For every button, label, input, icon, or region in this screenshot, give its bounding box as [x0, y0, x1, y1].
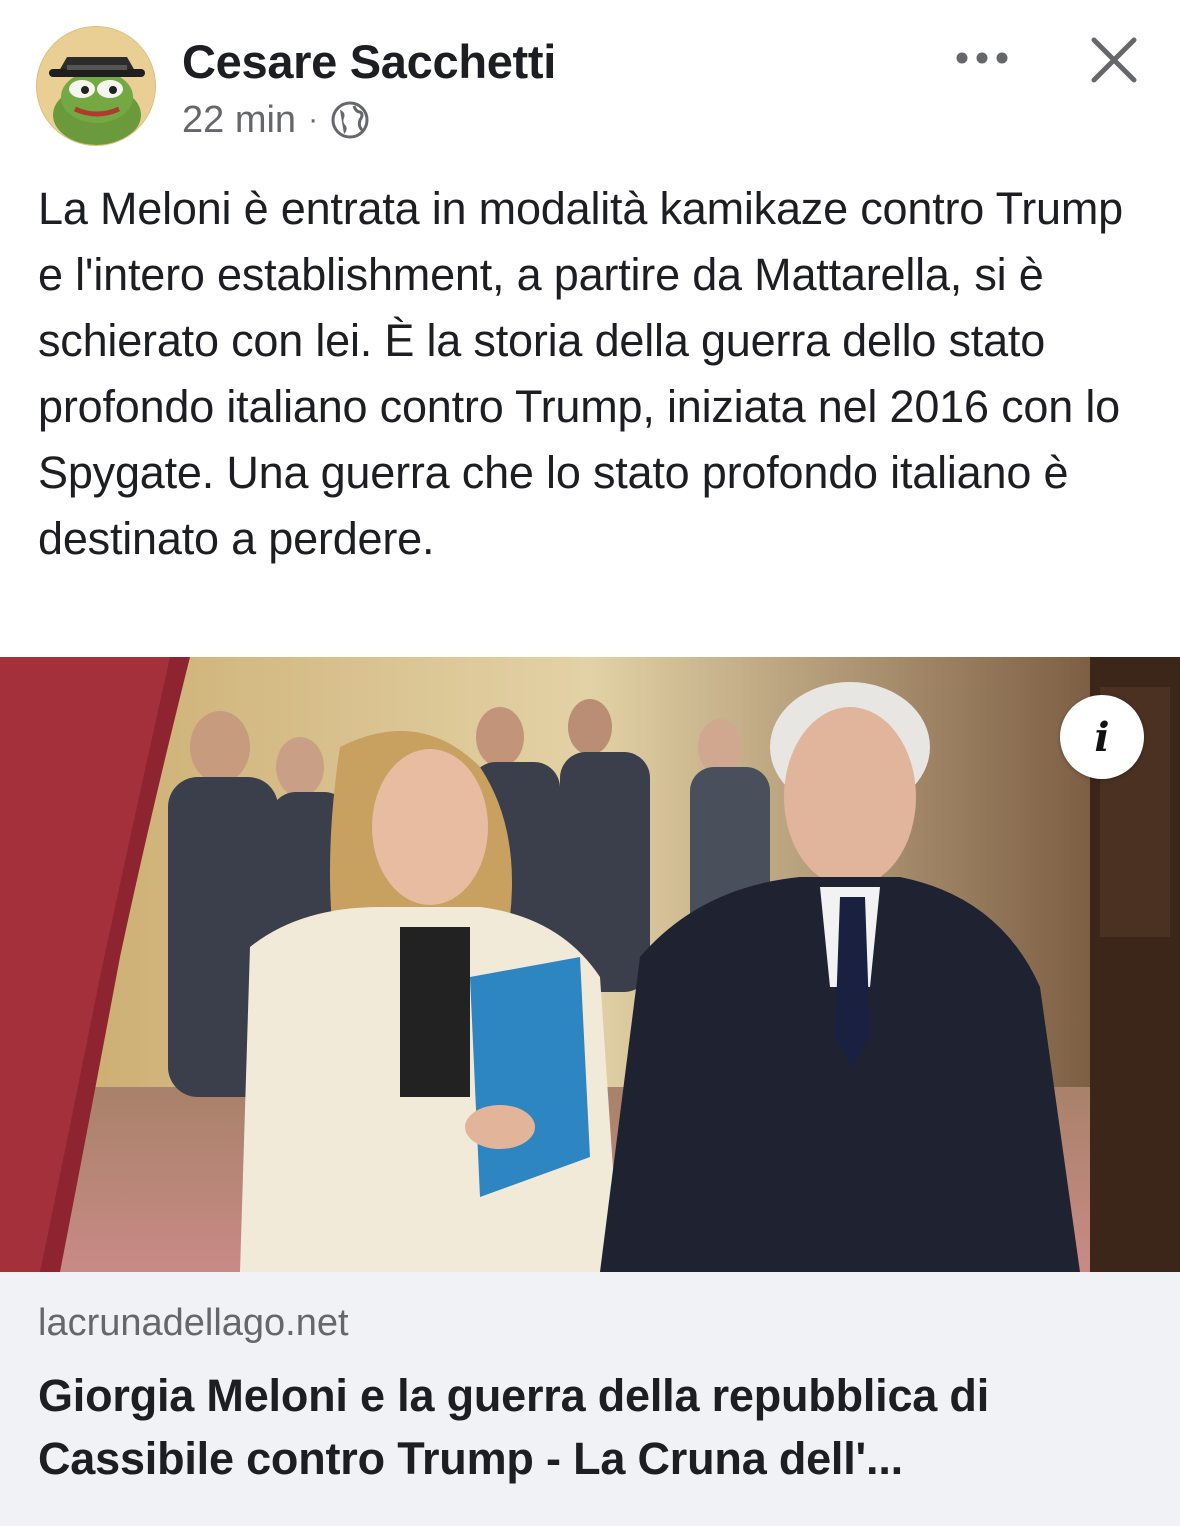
- globe-icon: [331, 101, 369, 139]
- author-name[interactable]: Cesare Sacchetti: [182, 34, 556, 89]
- more-options-button[interactable]: [950, 36, 1014, 80]
- more-options-icon: [956, 52, 1008, 64]
- link-domain: lacrunadellago.net: [38, 1302, 349, 1344]
- meta-separator: ·: [308, 103, 319, 136]
- close-icon: [1091, 37, 1137, 83]
- post-meta: 22 min ·: [182, 98, 370, 142]
- author-avatar[interactable]: [36, 26, 156, 146]
- post-text: La Meloni è entrata in modalità kamikaze…: [38, 183, 1123, 564]
- info-button[interactable]: i: [1060, 695, 1144, 779]
- post-time[interactable]: 22 min: [182, 99, 296, 142]
- frog-avatar-image: [37, 27, 155, 145]
- news-photo: [0, 657, 1180, 1272]
- link-preview-card[interactable]: lacrunadellago.net Giorgia Meloni e la g…: [0, 1272, 1180, 1526]
- link-title[interactable]: Giorgia Meloni e la guerra della repubbl…: [38, 1364, 1148, 1490]
- close-button[interactable]: [1084, 30, 1144, 90]
- link-preview-image[interactable]: i: [0, 657, 1180, 1272]
- post-header: Cesare Sacchetti 22 min ·: [0, 0, 1180, 160]
